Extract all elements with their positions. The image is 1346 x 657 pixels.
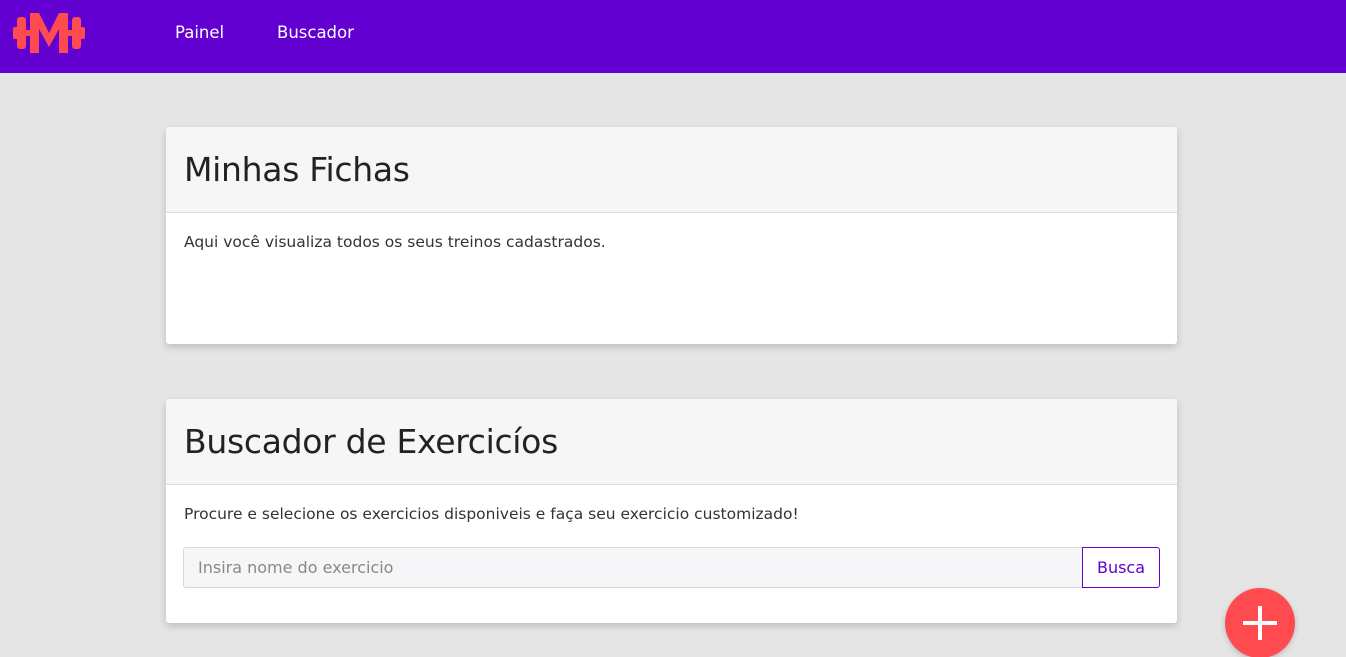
fichas-card-body: Aqui você visualiza todos os seus treino…: [166, 213, 1177, 251]
nav-link-painel[interactable]: Painel: [175, 0, 224, 66]
top-navbar: Painel Buscador: [0, 0, 1346, 73]
buscador-card-header: Buscador de Exercicíos: [166, 399, 1177, 485]
fichas-card: Minhas Fichas Aqui você visualiza todos …: [166, 127, 1177, 344]
add-button[interactable]: [1225, 588, 1295, 657]
fichas-card-header: Minhas Fichas: [166, 127, 1177, 213]
fichas-title: Minhas Fichas: [184, 150, 410, 189]
buscador-card: Buscador de Exercicíos Procure e selecio…: [166, 399, 1177, 623]
buscador-description: Procure e selecione os exercicios dispon…: [184, 505, 799, 523]
plus-icon: [1243, 606, 1277, 640]
exercise-search-input[interactable]: [183, 547, 1082, 588]
search-group: Busca: [183, 547, 1160, 588]
fichas-description: Aqui você visualiza todos os seus treino…: [184, 233, 606, 251]
buscador-title: Buscador de Exercicíos: [184, 422, 558, 461]
buscador-card-body: Procure e selecione os exercicios dispon…: [166, 485, 1177, 523]
search-button[interactable]: Busca: [1082, 547, 1160, 588]
dumbbell-m-icon[interactable]: [13, 11, 85, 55]
nav-link-buscador[interactable]: Buscador: [277, 0, 354, 66]
